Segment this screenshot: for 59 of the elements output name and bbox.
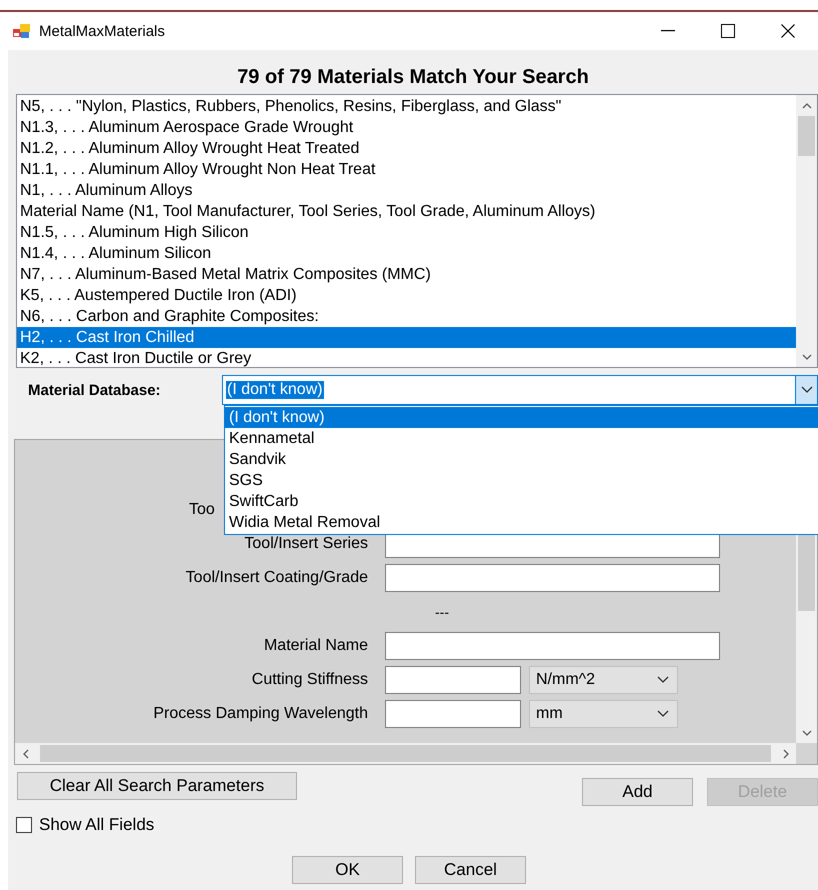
chevron-down-icon[interactable] — [800, 386, 812, 394]
field-label: Material Database: — [27, 382, 162, 398]
dropdown-option[interactable]: SwiftCarb — [225, 491, 818, 512]
dropdown-option[interactable]: SGS — [225, 470, 818, 491]
scroll-down-icon[interactable] — [802, 354, 812, 360]
scroll-thumb[interactable] — [40, 745, 771, 762]
action-button[interactable]: Add — [582, 778, 693, 806]
list-item[interactable]: K5, . . . Austempered Ductile Iron (ADI) — [17, 285, 796, 306]
list-item[interactable]: N1.4, . . . Aluminum Silicon — [17, 243, 796, 264]
chevron-down-icon[interactable] — [657, 676, 669, 684]
database-dropdown[interactable]: (I don't know) — [222, 375, 818, 405]
scrollbar[interactable] — [15, 743, 796, 764]
list-item[interactable]: N1, . . . Aluminum Alloys — [17, 180, 796, 201]
close-icon[interactable] — [781, 24, 795, 38]
scroll-up-icon[interactable] — [802, 102, 812, 108]
input-field[interactable] — [385, 666, 521, 694]
separator-text: --- — [435, 604, 449, 620]
list-item[interactable]: K2, . . . Cast Iron Ductile or Grey — [17, 348, 796, 367]
input-field[interactable] — [385, 632, 720, 660]
scroll-down-icon[interactable] — [802, 730, 812, 736]
scroll-right-icon[interactable] — [782, 748, 788, 758]
scroll-left-icon[interactable] — [22, 748, 28, 758]
list-item[interactable]: N6, . . . Carbon and Graphite Composites: — [17, 306, 796, 327]
dropdown-option[interactable]: Widia Metal Removal — [225, 512, 818, 533]
scrollbar[interactable] — [796, 95, 817, 367]
dialog-button[interactable]: OK — [292, 856, 403, 884]
results-heading: 79 of 79 Materials Match Your Search — [236, 65, 590, 90]
field-label: Material Name — [262, 637, 368, 655]
window-title: MetalMaxMaterials — [39, 22, 165, 40]
list-item[interactable]: N7, . . . Aluminum-Based Metal Matrix Composites (MMC) — [17, 264, 796, 285]
unit-dropdown[interactable]: N/mm^2 — [529, 666, 678, 694]
unit-dropdown[interactable]: mm — [529, 700, 678, 728]
checkbox[interactable] — [16, 817, 32, 833]
input-field[interactable] — [385, 564, 720, 592]
dropdown-option[interactable]: Kennametal — [225, 428, 818, 449]
dropdown-option[interactable]: Sandvik — [225, 449, 818, 470]
dialog-button[interactable]: Cancel — [415, 856, 526, 884]
clear-button[interactable]: Clear All Search Parameters — [17, 772, 297, 800]
list-item[interactable]: N1.1, . . . Aluminum Alloy Wrought Non Heat Treat — [17, 159, 796, 180]
field-label: Tool/Insert Coating/Grade — [184, 569, 368, 587]
scroll-thumb[interactable] — [798, 116, 815, 156]
field-label: Tool/Insert Series — [243, 535, 368, 553]
field-label: Process Damping Wavelength — [152, 705, 368, 723]
checkbox-label[interactable]: Show All Fields — [39, 815, 154, 835]
dropdown-option[interactable]: (I don't know) — [225, 407, 818, 428]
list-item[interactable]: N1.5, . . . Aluminum High Silicon — [17, 222, 796, 243]
list-item[interactable]: N5, . . . "Nylon, Plastics, Rubbers, Phenolics, Resins, Fiberglass, and Glass" — [17, 96, 796, 117]
input-field[interactable] — [385, 700, 521, 728]
list-item[interactable]: H2, . . . Cast Iron Chilled — [17, 327, 796, 348]
list-item[interactable]: Material Name (N1, Tool Manufacturer, Tool Series, Tool Grade, Aluminum Alloys) — [17, 201, 796, 222]
field-label: Too — [189, 501, 215, 519]
list-item[interactable]: N1.3, . . . Aluminum Aerospace Grade Wrought — [17, 117, 796, 138]
material-list[interactable] — [16, 94, 818, 368]
field-label: Cutting Stiffness — [250, 671, 368, 689]
maximize-icon[interactable] — [721, 24, 735, 38]
list-item[interactable]: N1.2, . . . Aluminum Alloy Wrought Heat Treated — [17, 138, 796, 159]
app-icon — [13, 23, 31, 39]
chevron-down-icon[interactable] — [657, 710, 669, 718]
minimize-icon[interactable] — [661, 30, 675, 32]
